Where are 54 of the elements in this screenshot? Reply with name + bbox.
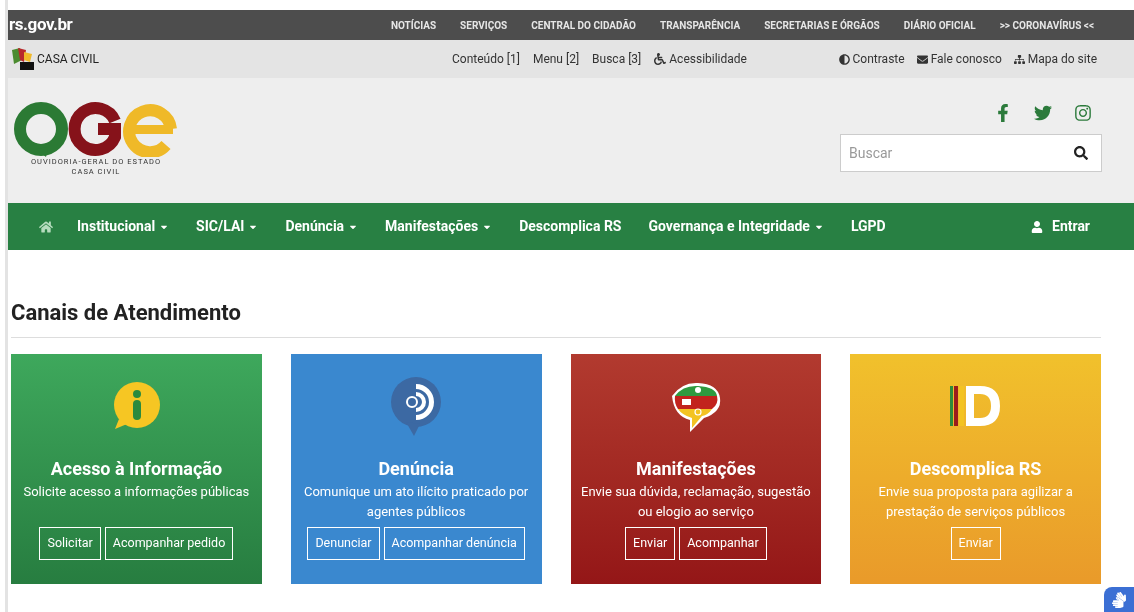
- accessibility-link[interactable]: Acessibilidade: [654, 50, 747, 68]
- card-action-button[interactable]: Denunciar: [307, 527, 380, 560]
- nav-menu-item[interactable]: SIC/LAI: [196, 216, 259, 237]
- card-action-button[interactable]: Acompanhar denúncia: [383, 527, 525, 560]
- rs-logo-icon: [12, 48, 34, 70]
- header-tool-link[interactable]: Contraste: [838, 50, 905, 68]
- instagram-icon[interactable]: [1074, 104, 1092, 122]
- login-link[interactable]: Entrar: [1031, 216, 1090, 237]
- top-nav-link[interactable]: DIÁRIO OFICIAL: [903, 17, 976, 33]
- top-nav-link[interactable]: NOTÍCIAS: [390, 17, 437, 33]
- stripes-d-logo-icon: [949, 386, 1002, 426]
- twitter-icon[interactable]: [1034, 104, 1052, 122]
- card-action-button[interactable]: Acompanhar pedido: [104, 527, 234, 560]
- header-tool-link[interactable]: Fale conosco: [916, 50, 1002, 68]
- section-title: Canais de Atendimento: [11, 296, 1101, 338]
- info-bubble-icon: [111, 381, 162, 431]
- hands-icon: [1111, 591, 1127, 608]
- shortcut-link[interactable]: Conteúdo [1]: [452, 50, 520, 68]
- top-nav-link[interactable]: CENTRAL DO CIDADÃO: [531, 17, 636, 33]
- card-description: Comunique um ato ilícito praticado por agentes públicos: [303, 483, 530, 521]
- card-description: Envie sua proposta para agilizar a prestação de serviços públicos: [877, 483, 1074, 521]
- wheelchair-icon: [654, 53, 667, 65]
- card-action-button[interactable]: Acompanhar: [679, 527, 767, 560]
- nav-menu-item[interactable]: Descomplica RS: [519, 216, 622, 237]
- nav-menu-item[interactable]: Institucional: [77, 216, 170, 237]
- site-brand[interactable]: rs.gov.br: [9, 12, 73, 38]
- contrast-icon: [838, 53, 850, 65]
- card-action-button[interactable]: Solicitar: [39, 527, 101, 560]
- nav-menu-item[interactable]: Manifestações: [385, 216, 493, 237]
- home-icon[interactable]: [39, 219, 53, 234]
- shortcut-link[interactable]: Menu [2]: [532, 50, 580, 68]
- header-tool-link[interactable]: Mapa do site: [1013, 50, 1097, 68]
- card-title: Descomplica RS: [909, 458, 1042, 480]
- user-icon: [1031, 220, 1043, 233]
- search-icon[interactable]: [1074, 146, 1088, 160]
- sign-language-button[interactable]: [1104, 587, 1134, 612]
- top-nav-link[interactable]: TRANSPARÊNCIA: [659, 17, 741, 33]
- search-field[interactable]: Buscar: [840, 134, 1102, 172]
- shortcut-link[interactable]: Busca [3]: [592, 50, 642, 68]
- top-nav-link[interactable]: SECRETARIAS E ÓRGÃOS: [764, 17, 880, 33]
- nav-menu-item[interactable]: LGPD: [850, 216, 886, 237]
- card-title: Acesso à Informação: [50, 458, 223, 480]
- org-name: CASA CIVIL: [37, 51, 99, 68]
- card-description: Envie sua dúvida, reclamação, sugestão ou elogio ao serviço: [580, 483, 812, 521]
- nav-menu-item[interactable]: Governança e Integridade: [648, 216, 824, 237]
- card-action-button[interactable]: Enviar: [625, 527, 676, 560]
- card-title: Manifestações: [636, 458, 756, 480]
- card-description: Solicite acesso a informações públicas: [22, 483, 251, 501]
- nav-menu-item[interactable]: Denúncia: [285, 216, 359, 237]
- card-title: Denúncia: [378, 458, 454, 480]
- sitemap-icon: [1013, 53, 1025, 65]
- top-nav-link[interactable]: SERVIÇOS: [460, 17, 508, 33]
- mail-icon: [916, 53, 928, 65]
- top-nav-link[interactable]: >> CORONAVÍRUS <<: [999, 17, 1094, 33]
